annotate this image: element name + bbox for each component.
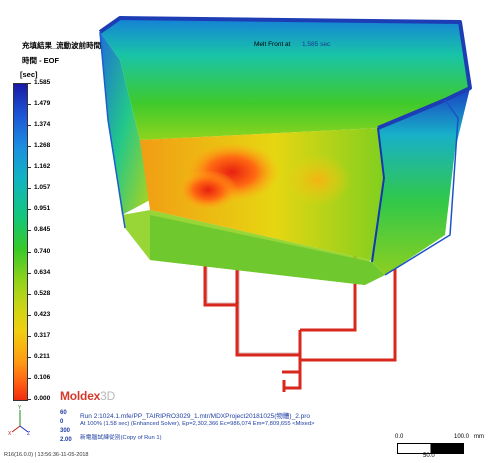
svg-text:X: X: [8, 431, 12, 436]
scale-label-0: 0.0: [395, 434, 404, 440]
scale-label-100: 100.0: [454, 434, 470, 440]
svg-text:Y: Y: [18, 405, 22, 411]
copy-info: 新電腦試練從別(Copy of Run 1): [80, 435, 162, 441]
meltfront-label: Melt Front at: [254, 41, 291, 48]
scale-unit: mm: [474, 434, 484, 440]
svg-text:Z: Z: [27, 431, 30, 436]
stat-d: 2.00: [60, 437, 72, 443]
run-info: Run 2:1024.1.mfe/PP_TAIRIPRO3029_1.mtr/M…: [80, 413, 311, 420]
solver-info: At 100% (1.58 sec) (Enhanced Solver), Ep…: [80, 421, 315, 427]
version-footer: R16(16.0.0) | 13:56:36-11-05-2018: [4, 452, 89, 458]
moldex3d-logo: Moldex3D: [60, 389, 116, 403]
meltfront-value: 1.585 sec: [302, 41, 331, 48]
stat-c: 300: [60, 428, 71, 434]
scale-label-50: 50.0: [423, 453, 435, 459]
stat-a: 60: [60, 410, 67, 416]
stat-b: 0: [60, 419, 64, 425]
axis-triad-icon: Y X Z: [8, 405, 30, 436]
